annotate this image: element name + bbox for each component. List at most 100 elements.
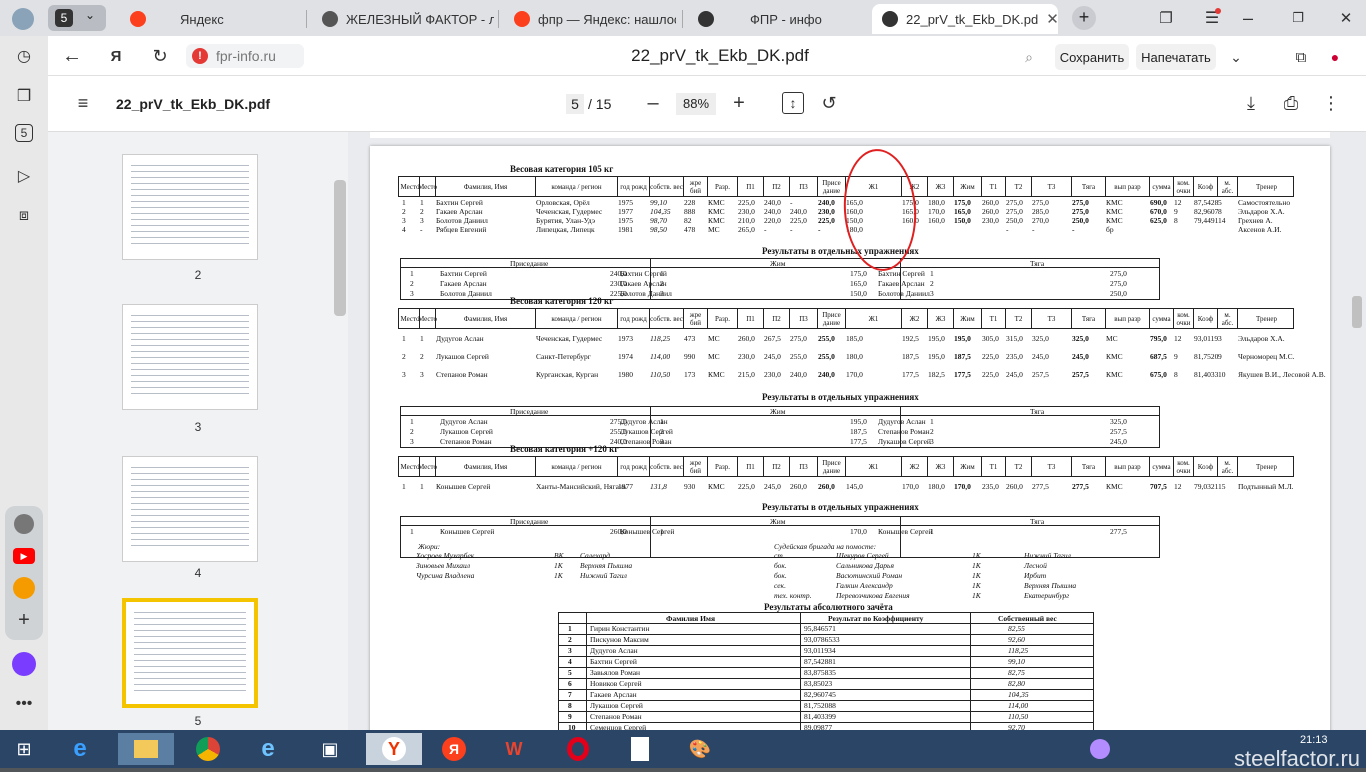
yandex-icon [514, 11, 530, 27]
fit-page-icon[interactable]: ↕ [782, 92, 804, 114]
file-icon[interactable] [622, 733, 658, 765]
ie-icon[interactable]: e [62, 733, 98, 765]
collections-icon[interactable]: ❐ [1156, 8, 1176, 28]
play-icon[interactable]: ▷ [12, 164, 36, 188]
table-header-120: Место Место Фамилия, Имя команда / регион го… [398, 308, 1294, 329]
tab-zheleznyi-faktor[interactable]: ЖЕЛЕЗНЫЙ ФАКТОР - л [312, 4, 494, 34]
security-site-pill[interactable]: ! fpr-info.ru [186, 44, 304, 68]
sidebar-toggle-icon[interactable]: ≡ [72, 92, 94, 114]
thumbnail-page-5-selected[interactable] [122, 598, 258, 708]
page-number-input[interactable]: 5 [566, 94, 584, 114]
reload-icon[interactable]: ↻ [148, 44, 172, 68]
abs-weight: 82,75 [1008, 668, 1025, 677]
header-cell: ком. очки [1173, 309, 1193, 328]
abs-coef: 87,542881 [804, 657, 836, 666]
table-cell: 225,0 [818, 216, 835, 225]
start-icon[interactable]: ⊞ [6, 733, 42, 765]
table-cell: 707,5 [1150, 482, 1167, 491]
header-cell: Фамилия, Имя [435, 177, 535, 196]
brigade-title: Судейская бригада на помосте: [774, 542, 877, 551]
paint-icon[interactable]: 🎨 [682, 733, 718, 765]
close-icon[interactable]: ✕ [1046, 10, 1058, 28]
header-cell: команда / регион [535, 457, 617, 476]
app-gray-icon[interactable] [12, 512, 36, 536]
window-close-icon[interactable]: ✕ [1334, 8, 1358, 28]
collections-side-icon[interactable]: ❒ [12, 84, 36, 108]
opera-icon[interactable] [560, 733, 596, 765]
bookmarks-icon[interactable]: ⧉ [1290, 46, 1312, 68]
tabs-count-icon[interactable]: 5 [15, 124, 33, 142]
add-app-icon[interactable]: + [12, 608, 36, 632]
office-icon[interactable]: W [496, 733, 532, 765]
table-cell: 104,35 [650, 207, 671, 216]
more-options-icon[interactable]: ⋮ [1320, 92, 1342, 114]
table-cell: 257,5 [1072, 370, 1089, 379]
youtube-icon[interactable]: ▶ [12, 544, 36, 568]
search-page-icon[interactable]: ⌕ [1018, 46, 1040, 68]
tab-yandex-search[interactable]: фпр — Яндекс: нашлось [504, 4, 676, 34]
brigade-name: Сальникова Дарья [836, 561, 894, 570]
document-scrollbar[interactable] [1352, 296, 1362, 328]
history-icon[interactable]: ◷ [12, 44, 36, 68]
thumbnail-page-4[interactable] [122, 456, 258, 562]
header-cell: Т2 [1005, 177, 1031, 196]
header-cell: Ж1 [845, 457, 901, 476]
download-icon[interactable]: ⤓ [1240, 92, 1262, 114]
yandex-browser-taskbar-icon[interactable]: Y [366, 733, 422, 765]
zoom-in-icon[interactable]: + [728, 92, 750, 114]
table-cell: 687,5 [1150, 352, 1167, 361]
table-cell: 270,0 [1032, 216, 1049, 225]
extensions-icon[interactable]: ● [1324, 46, 1346, 68]
thumbnail-page-3[interactable] [122, 304, 258, 410]
scanner-icon[interactable]: ▣ [312, 733, 348, 765]
yandex-button-icon[interactable]: Я [104, 44, 128, 68]
zoom-out-icon[interactable]: – [642, 92, 664, 114]
header-cell: Жим [953, 457, 981, 476]
ie-old-icon[interactable]: e [250, 733, 286, 765]
abs-place: 5 [568, 668, 572, 677]
header-cell: Фамилия, Имя [435, 457, 535, 476]
fpr-icon [882, 11, 898, 27]
header-cell: жре бий [683, 177, 707, 196]
chevron-down-icon[interactable]: ⌄ [1226, 46, 1246, 68]
tab-yandex[interactable]: Яндекс [120, 4, 300, 34]
screenshot-icon[interactable]: ⧈ [12, 204, 36, 228]
print-button[interactable]: Напечатать [1136, 44, 1216, 70]
table-cell: - [790, 198, 793, 207]
abs-weight: 92,60 [1008, 635, 1025, 644]
table-cell: 275,0 [1006, 207, 1023, 216]
new-tab-button[interactable]: + [1072, 6, 1096, 30]
print-icon[interactable]: ⎙ [1280, 92, 1302, 114]
rotate-icon[interactable]: ↺ [818, 92, 840, 114]
save-button[interactable]: Сохранить [1055, 44, 1129, 70]
thumbnail-page-2[interactable] [122, 154, 258, 260]
explorer-icon[interactable] [118, 733, 174, 765]
brigade-role: тех. контр. [774, 591, 812, 600]
column-label: Тяга [1030, 259, 1045, 268]
table-cell: 930 [684, 482, 696, 491]
table-cell: 275,0 [1032, 198, 1049, 207]
alice-icon[interactable] [12, 652, 36, 676]
more-icon[interactable]: ••• [12, 692, 36, 716]
jury-rank: 1К [554, 571, 563, 580]
restore-icon[interactable]: ❐ [1286, 8, 1310, 28]
table-cell: 228 [684, 198, 696, 207]
tab-pdf-active[interactable]: 22_prV_tk_Ekb_DK.pd ✕ [872, 4, 1058, 34]
profile-avatar[interactable] [12, 8, 34, 30]
minimize-icon[interactable]: – [1236, 8, 1260, 28]
table-cell: 12 [1174, 334, 1182, 343]
sidebar-scrollbar[interactable] [334, 180, 346, 316]
tab-fpr-info[interactable]: ФПР - инфо [688, 4, 866, 34]
thumbnail-label: 2 [194, 268, 202, 282]
chrome-icon[interactable] [190, 733, 226, 765]
workspace-tab-group[interactable]: 5 ⌄ [48, 5, 106, 31]
table-cell: Санкт-Петербург [536, 352, 591, 361]
back-icon[interactable]: ← [60, 44, 84, 68]
app-orange-icon[interactable] [12, 576, 36, 600]
place-cell: 3 [930, 289, 934, 298]
yandex-taskbar-icon[interactable]: Я [436, 733, 472, 765]
table-cell: - [790, 225, 793, 234]
zoom-level[interactable]: 88% [676, 93, 716, 115]
header-cell: Т1 [981, 177, 1005, 196]
alice-taskbar-icon[interactable] [1082, 733, 1118, 765]
